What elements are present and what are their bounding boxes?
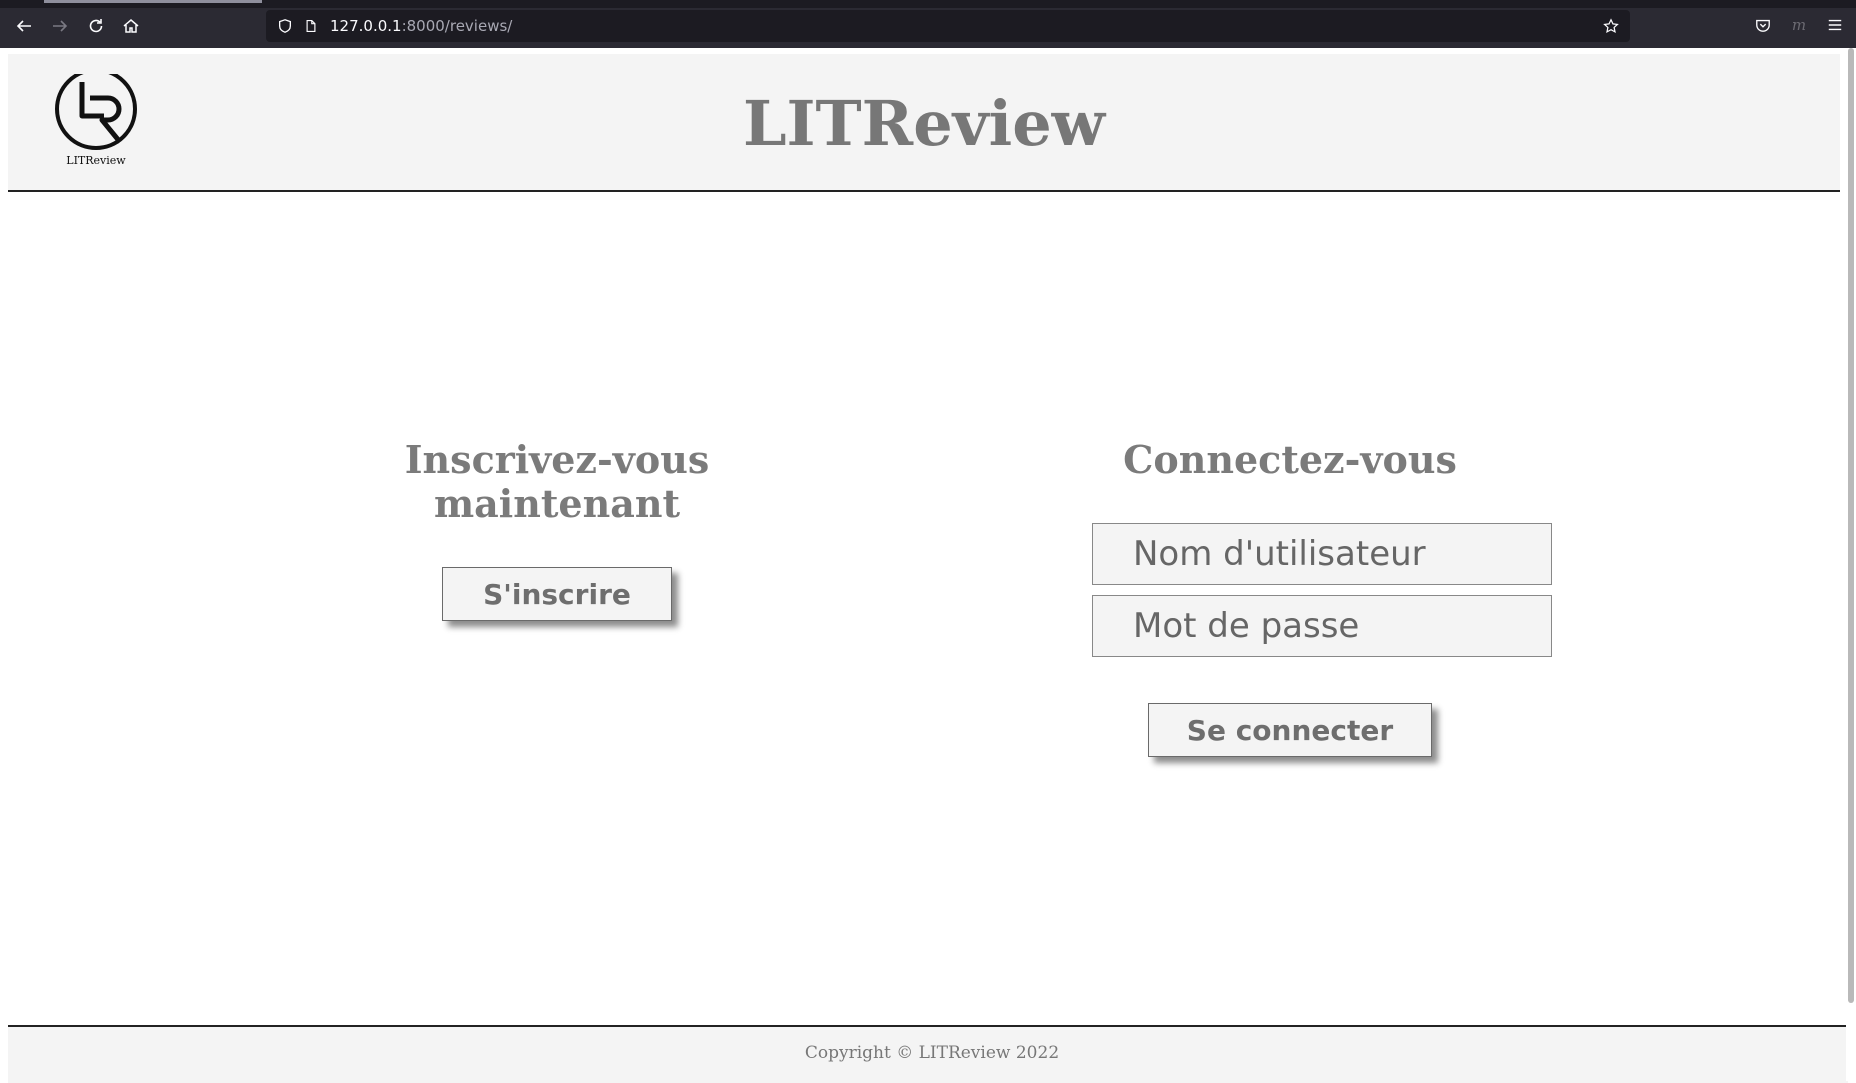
bookmark-star-icon[interactable]	[1602, 17, 1620, 35]
pocket-icon[interactable]	[1752, 14, 1774, 36]
url-text[interactable]: 127.0.0.1:8000/reviews/	[330, 17, 512, 35]
shield-icon[interactable]	[276, 17, 294, 35]
browser-toolbar: 127.0.0.1:8000/reviews/ m	[0, 0, 1856, 48]
back-icon	[16, 20, 31, 32]
tab-strip	[0, 0, 1856, 8]
active-tab-indicator	[44, 0, 262, 3]
url-path: :8000/reviews/	[401, 17, 513, 35]
site-footer: Copyright © LITReview 2022	[8, 1025, 1848, 1083]
scrollbar-thumb[interactable]	[1848, 48, 1854, 1003]
login-button[interactable]: Se connecter	[1148, 703, 1432, 757]
signup-heading-line1: Inscrivez-vous	[404, 437, 710, 482]
forward-icon	[53, 20, 68, 32]
home-button[interactable]	[117, 12, 145, 40]
reload-button[interactable]	[82, 12, 110, 40]
login-heading: Connectez-vous	[1123, 437, 1457, 482]
page-viewport: LITReview LITReview Inscrivez-vous maint…	[0, 48, 1856, 1083]
signup-heading-line2: maintenant	[433, 481, 681, 526]
site-header: LITReview LITReview	[8, 54, 1840, 192]
signup-button[interactable]: S'inscrire	[442, 567, 672, 621]
url-host: 127.0.0.1	[330, 17, 402, 35]
password-field[interactable]	[1092, 595, 1552, 657]
forward-button[interactable]	[46, 12, 74, 40]
copyright-text: Copyright © LITReview 2022	[804, 1043, 1060, 1063]
back-button[interactable]	[10, 12, 38, 40]
home-icon	[123, 19, 139, 33]
extension-icon[interactable]: m	[1788, 14, 1810, 36]
vertical-scrollbar[interactable]	[1846, 48, 1856, 1081]
signup-heading: Inscrivez-vous maintenant	[357, 438, 757, 526]
page-icon	[302, 17, 320, 35]
address-bar[interactable]: 127.0.0.1:8000/reviews/	[266, 10, 1630, 42]
page-title: LITReview	[742, 87, 1106, 160]
menu-icon[interactable]	[1824, 14, 1846, 36]
reload-icon	[89, 19, 103, 33]
username-field[interactable]	[1092, 523, 1552, 585]
